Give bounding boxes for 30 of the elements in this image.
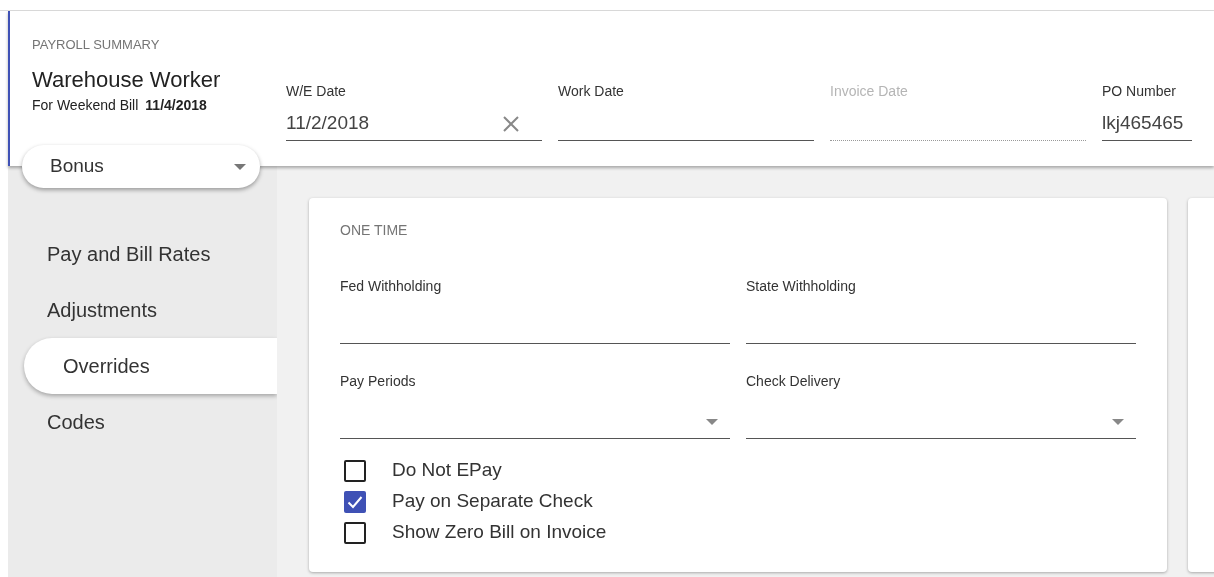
checkbox[interactable]: [344, 459, 366, 482]
sidebar-item[interactable]: Pay and Bill Rates: [8, 226, 277, 282]
checkbox-label: Pay on Separate Check: [392, 489, 593, 514]
field-label: Pay Periods: [340, 373, 416, 389]
input-field[interactable]: lkj465465: [1102, 107, 1192, 141]
field-label: Work Date: [558, 83, 625, 99]
subtitle-label: For Weekend Bill: [32, 96, 139, 115]
sidebar-item[interactable]: Codes: [8, 394, 277, 450]
checkbox-label: Show Zero Bill on Invoice: [392, 520, 607, 545]
checkbox[interactable]: [344, 490, 366, 513]
card-title: ONE TIME: [340, 222, 408, 238]
sidebar-item[interactable]: Adjustments: [8, 282, 277, 338]
checkbox[interactable]: [344, 521, 366, 544]
field-label: State Withholding: [746, 278, 856, 294]
field-label: W/E Date: [286, 83, 347, 99]
close-icon[interactable]: [502, 114, 520, 133]
caret-icon: [1112, 418, 1124, 425]
bill-date: 11/4/2018: [145, 96, 207, 115]
caret-icon: [234, 163, 246, 170]
checkbox-label: Do Not EPay: [392, 458, 502, 483]
field-label: Check Delivery: [746, 373, 841, 389]
field-label: PO Number: [1102, 83, 1177, 99]
job-title: Warehouse Worker: [32, 67, 221, 93]
sidebar-item[interactable]: Overrides: [24, 338, 277, 394]
field-label: Fed Withholding: [340, 278, 442, 294]
section-title: PAYROLL SUMMARY: [32, 37, 160, 53]
caret-icon: [706, 418, 718, 425]
input-field[interactable]: 11/2/2018: [286, 107, 542, 141]
type-dropdown[interactable]: Bonus: [22, 145, 260, 188]
field-label: Invoice Date: [830, 83, 909, 99]
